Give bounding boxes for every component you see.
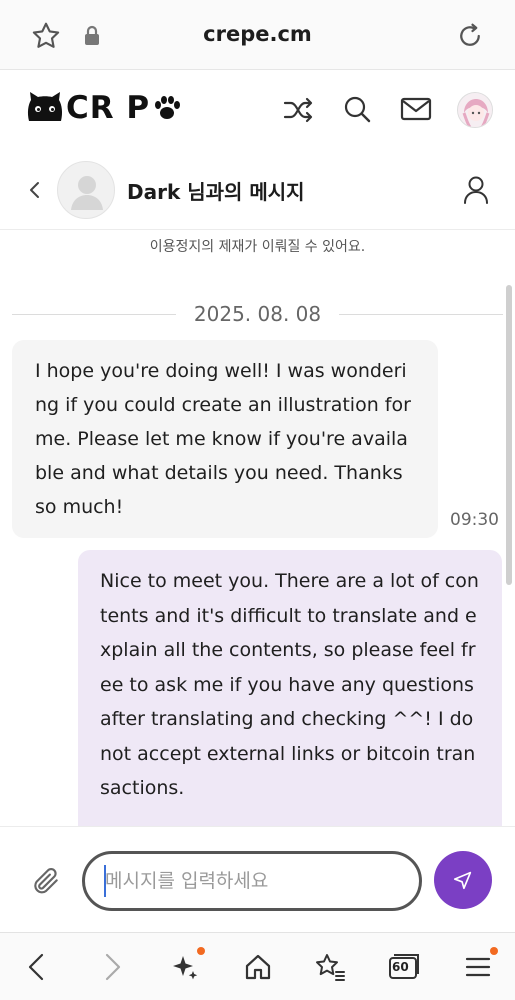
mail-icon[interactable] bbox=[400, 97, 432, 121]
send-button[interactable] bbox=[434, 851, 492, 909]
notification-dot bbox=[490, 947, 498, 955]
date-separator: 2025. 08. 08 bbox=[12, 302, 504, 326]
notice-text: 이용정지의 제재가 이뤄질 수 있어요. bbox=[149, 239, 366, 255]
browser-url-bar: crepe.cm bbox=[0, 0, 515, 70]
divider bbox=[339, 313, 504, 315]
logo-wordmark: CR P bbox=[66, 90, 151, 126]
message-composer bbox=[0, 826, 515, 932]
message-input[interactable] bbox=[82, 851, 422, 911]
profile-avatar[interactable] bbox=[457, 92, 493, 128]
url-text[interactable]: crepe.cm bbox=[0, 22, 515, 46]
text-caret bbox=[104, 865, 106, 897]
home-icon[interactable] bbox=[238, 947, 278, 987]
notification-dot bbox=[197, 947, 205, 955]
sparkle-icon[interactable] bbox=[165, 947, 205, 987]
reload-icon[interactable] bbox=[455, 21, 485, 51]
site-logo[interactable]: CR P bbox=[26, 88, 182, 128]
message-timestamp: 09:30 bbox=[450, 510, 499, 530]
menu-icon[interactable] bbox=[458, 947, 498, 987]
chevron-left-icon[interactable] bbox=[27, 179, 43, 201]
cat-logo-icon bbox=[27, 92, 63, 121]
outgoing-message-bubble: Nice to meet you. There are a lot of con… bbox=[78, 550, 502, 826]
browser-bottom-nav: 60 bbox=[0, 932, 515, 1000]
user-avatar-placeholder[interactable] bbox=[57, 161, 115, 219]
tabs-icon[interactable]: 60 bbox=[384, 947, 424, 987]
divider bbox=[12, 313, 176, 315]
forward-icon[interactable] bbox=[92, 947, 132, 987]
bookmarks-icon[interactable] bbox=[310, 947, 350, 987]
conversation-header: Dark 님과의 메시지 bbox=[0, 150, 515, 230]
shuffle-icon[interactable] bbox=[283, 96, 313, 124]
site-header: CR P bbox=[0, 70, 515, 150]
back-icon[interactable] bbox=[17, 947, 57, 987]
person-icon[interactable] bbox=[462, 175, 490, 205]
send-icon bbox=[453, 871, 472, 890]
scrollbar[interactable] bbox=[506, 285, 512, 585]
search-icon[interactable] bbox=[342, 94, 372, 124]
message-list[interactable]: 이용정지의 제재가 이뤄질 수 있어요. 2025. 08. 08 I hope… bbox=[0, 230, 515, 826]
incoming-message-bubble: I hope you're doing well! I was wonderin… bbox=[12, 340, 438, 538]
paperclip-icon[interactable] bbox=[30, 865, 62, 897]
conversation-title: Dark 님과의 메시지 bbox=[127, 180, 305, 204]
date-label: 2025. 08. 08 bbox=[193, 302, 322, 326]
tab-count: 60 bbox=[392, 960, 409, 974]
paw-icon bbox=[155, 96, 181, 119]
